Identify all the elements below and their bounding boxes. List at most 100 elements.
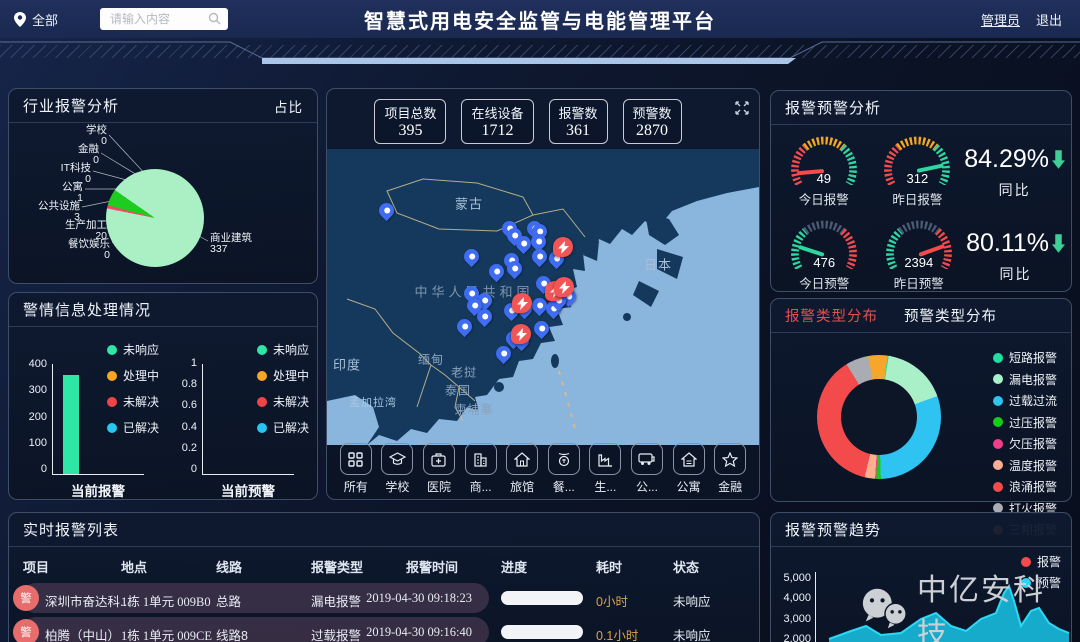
panel-title: 实时报警列表 (23, 519, 119, 540)
device-pin-marker[interactable] (529, 246, 550, 267)
filter-public[interactable]: 公... (627, 443, 667, 495)
building-icon (473, 452, 488, 467)
filter-school[interactable]: 学校 (377, 443, 417, 495)
user-link[interactable]: 管理员 (981, 10, 1020, 29)
legend-item[interactable]: 未解决 (107, 393, 159, 410)
filter-production[interactable]: 生... (585, 443, 625, 495)
legend-item[interactable]: 已解决 (257, 419, 309, 436)
axis-title: 当前预警 (202, 480, 294, 500)
gauge-label: 昨日报警 (871, 189, 965, 208)
bar-unresponded[interactable] (63, 375, 79, 474)
china-map[interactable]: 蒙古中华人民共和国日本印度缅甸老挝泰国柬埔寨孟加拉湾 (327, 149, 759, 445)
legend-label: 已解决 (123, 419, 159, 436)
legend-item[interactable]: 漏电报警 (993, 371, 1057, 388)
axis-tick-label: 400 (11, 358, 47, 370)
alarm-lightning-marker[interactable] (554, 277, 574, 297)
legend-dot (993, 439, 1003, 449)
map-markers (327, 149, 759, 445)
industry-pie-chart[interactable] (106, 169, 204, 267)
legend-item[interactable]: 已解决 (107, 419, 159, 436)
legend-label: 预警 (1037, 574, 1061, 591)
school-icon (389, 452, 406, 467)
axis-tick-label: 0.6 (161, 399, 197, 411)
restaurant-icon (556, 452, 572, 467)
col-header: 地点 (121, 557, 147, 576)
apartment-icon (681, 452, 697, 467)
legend-item[interactable]: 短路报警 (993, 349, 1057, 366)
legend-item[interactable]: 浪涌报警 (993, 478, 1057, 495)
legend-label: 欠压报警 (1009, 435, 1057, 452)
fullscreen-icon[interactable] (735, 101, 749, 115)
col-header: 报警时间 (406, 557, 458, 576)
tab-alarm-type[interactable]: 报警类型分布 (785, 305, 878, 326)
device-pin-marker[interactable] (376, 200, 397, 221)
legend-item[interactable]: 未解决 (257, 393, 309, 410)
gauge-dial (879, 211, 959, 269)
filter-apartment[interactable]: 公寓 (669, 443, 709, 495)
legend-item[interactable]: 过载过流 (993, 392, 1057, 409)
alarm-lightning-marker[interactable] (512, 293, 532, 313)
alarm-type-donut-chart[interactable] (817, 355, 941, 479)
location-pin-icon (14, 12, 26, 27)
legend-label: 已解决 (273, 419, 309, 436)
filter-business[interactable]: 商... (461, 443, 501, 495)
legend-dot (1021, 578, 1031, 588)
page-title: 智慧式用电安全监管与电能管理平台 (364, 5, 716, 34)
legend-item[interactable]: 处理中 (107, 367, 159, 384)
cell-duration: 0小时 (596, 591, 628, 610)
device-pin-marker[interactable] (454, 316, 475, 337)
cell-status: 未响应 (673, 625, 711, 642)
gauge-row: 49 今日报警 312 昨日报警 8 (777, 127, 1065, 208)
stat-box-projects: 项目总数395 (374, 99, 446, 144)
table-row[interactable]: 警 柏腾（中山） 1栋 1单元 009CE 线路8 过载报警 2019-04-3… (9, 617, 751, 642)
legend-item[interactable]: 欠压报警 (993, 435, 1057, 452)
filter-all[interactable]: 所有 (336, 443, 376, 495)
device-pin-marker[interactable] (461, 246, 482, 267)
panel-corner-label: 占比 (274, 96, 303, 116)
search-icon[interactable] (208, 12, 221, 25)
alarm-type-panel: 报警类型分布 预警类型分布 短路报警漏电报警过载过流过压报警欠压报警温度报警浪涌… (770, 298, 1072, 502)
arrow-down-icon (1052, 234, 1065, 253)
legend-item[interactable]: 报警 (1021, 553, 1061, 570)
alarm-lightning-marker[interactable] (511, 324, 531, 344)
alarm-badge: 警 (13, 585, 39, 611)
cell-duration: 0.1小时 (596, 625, 638, 642)
cell-time: 2019-04-30 09:16:40 (364, 625, 472, 640)
col-header: 线路 (216, 557, 242, 576)
filter-finance[interactable]: 金融 (710, 443, 750, 495)
panel-title: 行业报警分析 (23, 95, 119, 116)
axis-tick-label: 0.2 (161, 442, 197, 454)
stat-box-alarms: 报警数361 (549, 99, 608, 144)
grid-icon (348, 452, 363, 467)
legend-item[interactable]: 未响应 (107, 341, 159, 358)
filter-restaurant[interactable]: 餐... (544, 443, 584, 495)
filter-hotel[interactable]: 旅馆 (502, 443, 542, 495)
legend-item[interactable]: 预警 (1021, 574, 1061, 591)
cell-type: 漏电报警 (311, 591, 361, 610)
legend-dot (993, 417, 1003, 427)
realtime-alarm-table-panel: 实时报警列表 项目 地点 线路 报警类型 报警时间 进度 耗时 状态 警 深圳市… (8, 512, 760, 642)
panel-title: 报警预警分析 (785, 97, 881, 118)
cell-line: 线路8 (216, 625, 248, 642)
yoy-percent-block: 84.29% 同比 (964, 127, 1065, 200)
gauge-label: 今日预警 (777, 273, 872, 292)
axis-tick-label: 3,000 (773, 613, 811, 625)
gauge-label: 今日报警 (777, 189, 871, 208)
logout-link[interactable]: 退出 (1036, 10, 1062, 29)
region-selector[interactable]: 全部 (14, 10, 58, 29)
legend-item[interactable]: 处理中 (257, 367, 309, 384)
device-pin-marker[interactable] (531, 318, 552, 339)
gauge-label: 昨日预警 (872, 273, 967, 292)
dashboard: { "header": { "location_label": "全部", "s… (0, 0, 1080, 642)
gauge-dial (877, 127, 957, 185)
legend-item[interactable]: 未响应 (257, 341, 309, 358)
alarm-warning-analysis-panel: 报警预警分析 49 今日报警 (770, 90, 1072, 292)
legend-item[interactable]: 温度报警 (993, 457, 1057, 474)
filter-hospital[interactable]: 医院 (419, 443, 459, 495)
alarm-lightning-marker[interactable] (553, 237, 573, 257)
percent-note: 同比 (966, 264, 1065, 284)
legend-item[interactable]: 过压报警 (993, 414, 1057, 431)
cell-project: 深圳市奋达科... (45, 591, 130, 610)
tab-warning-type[interactable]: 预警类型分布 (904, 305, 997, 326)
table-row[interactable]: 警 深圳市奋达科... 1栋 1单元 009B0 总路 漏电报警 2019-04… (9, 583, 751, 613)
